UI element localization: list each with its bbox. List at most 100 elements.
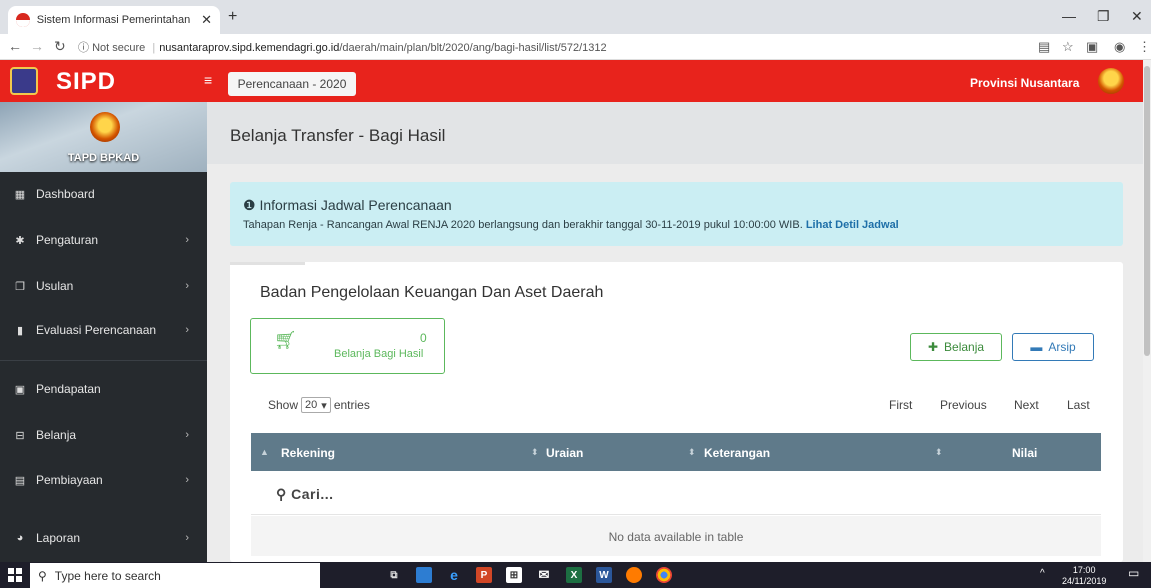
translate-icon[interactable]: ▤: [1038, 39, 1050, 55]
sidebar-item-label: Dashboard: [36, 187, 95, 201]
window-close-icon[interactable]: ✕: [1131, 8, 1143, 25]
chevron-right-icon: ›: [185, 429, 189, 441]
page-size-value: 20: [305, 399, 318, 411]
comments-icon: ❐: [15, 280, 25, 293]
stat-label: Belanja Bagi Hasil: [334, 348, 424, 360]
browser-tab[interactable]: Sistem Informasi Pemerintahan D ✕: [8, 6, 220, 34]
sidebar-item-dashboard[interactable]: ▦ Dashboard: [0, 184, 207, 204]
mail-icon[interactable]: ✉: [536, 567, 552, 583]
card-tab-indicator: [230, 262, 305, 265]
windows-start-icon[interactable]: [8, 568, 22, 582]
tab-close-icon[interactable]: ✕: [201, 12, 212, 28]
sidebar-item-laporan[interactable]: ◕ Laporan ›: [0, 528, 207, 548]
sidebar-item-pembiayaan[interactable]: ▤ Pembiayaan ›: [0, 470, 207, 490]
sidebar-item-label: Laporan: [36, 531, 81, 545]
table-header: [251, 433, 1101, 471]
sidebar-item-label: Usulan: [36, 279, 74, 293]
info-message: Tahapan Renja - Rancangan Awal RENJA 202…: [243, 219, 803, 231]
schedule-detail-link[interactable]: Lihat Detil Jadwal: [806, 219, 899, 231]
menu-toggle-icon[interactable]: ≡: [204, 72, 212, 88]
powerpoint-icon[interactable]: P: [476, 567, 492, 583]
url-field[interactable]: ⓘ Not secure | nusantaraprov.sipd.kemenda…: [78, 39, 607, 55]
add-belanja-button[interactable]: ✚ Belanja: [910, 333, 1002, 361]
show-label: Show: [268, 398, 299, 412]
search-icon: ⚲: [38, 568, 47, 583]
notification-icon[interactable]: ▭: [1128, 566, 1139, 580]
chrome-menu-icon[interactable]: ⋮: [1138, 39, 1151, 55]
archive-icon: ▬: [1030, 340, 1043, 354]
sidebar-item-label: Pembiayaan: [36, 473, 103, 487]
clock-time: 17:00: [1072, 565, 1096, 575]
pagination-first[interactable]: First: [889, 398, 912, 412]
sidebar-item-pendapatan[interactable]: ▣ Pendapatan: [0, 379, 207, 399]
sidebar-item-label: Evaluasi Perencanaan: [36, 323, 157, 337]
add-belanja-label: Belanja: [944, 340, 985, 354]
extension-icon[interactable]: ▣: [1086, 39, 1098, 55]
brand-title[interactable]: SIPD: [56, 68, 116, 96]
page-size-control: Show 20 ▾ entries: [268, 397, 370, 413]
sort-icon: ⬍: [688, 447, 696, 457]
info-text: Tahapan Renja - Rancangan Awal RENJA 202…: [243, 219, 899, 231]
card-title: Badan Pengelolaan Keuangan Dan Aset Daer…: [260, 284, 604, 301]
table-search-input[interactable]: ⚲ Cari...: [276, 486, 334, 503]
page-size-select[interactable]: 20 ▾: [301, 397, 331, 413]
info-icon: ⓘ: [78, 42, 89, 54]
security-label: Not secure: [92, 42, 146, 54]
column-uraian[interactable]: Uraian: [546, 446, 583, 460]
edge-icon[interactable]: e: [446, 567, 462, 583]
tray-chevron-icon[interactable]: ^: [1040, 568, 1045, 579]
column-keterangan[interactable]: Keterangan: [704, 446, 770, 460]
chrome-icon[interactable]: [656, 567, 672, 583]
taskbar-clock[interactable]: 17:00 24/11/2019: [1062, 565, 1106, 587]
province-avatar[interactable]: [1098, 68, 1124, 94]
sipd-logo: [10, 67, 38, 95]
pagination-next[interactable]: Next: [1014, 398, 1039, 412]
excel-icon[interactable]: X: [566, 567, 582, 583]
sidebar-item-evaluasi[interactable]: ▮ Evaluasi Perencanaan ›: [0, 320, 207, 340]
task-view-icon[interactable]: ⧉: [386, 567, 402, 583]
table-search-row: [251, 471, 1101, 515]
column-rekening[interactable]: Rekening: [281, 446, 335, 460]
pagination-previous[interactable]: Previous: [940, 398, 987, 412]
sidebar-item-belanja[interactable]: ⊟ Belanja ›: [0, 425, 207, 445]
sort-asc-icon: ▲: [260, 447, 269, 457]
province-name[interactable]: Provinsi Nusantara: [970, 76, 1079, 90]
archive-button[interactable]: ▬ Arsip: [1012, 333, 1094, 361]
new-tab-button[interactable]: +: [228, 8, 237, 26]
file-explorer-icon[interactable]: [416, 567, 432, 583]
user-avatar: [90, 112, 120, 142]
pagination-last[interactable]: Last: [1067, 398, 1090, 412]
sidebar-item-usulan[interactable]: ❐ Usulan ›: [0, 276, 207, 296]
store-icon[interactable]: ⊞: [506, 567, 522, 583]
search-placeholder: Cari...: [291, 486, 334, 502]
forward-icon[interactable]: →: [30, 38, 44, 54]
taskbar-search[interactable]: ⚲ Type here to search: [30, 563, 320, 588]
firefox-icon[interactable]: [626, 567, 642, 583]
chevron-right-icon: ›: [185, 474, 189, 486]
back-icon[interactable]: ←: [8, 38, 22, 54]
archive-label: Arsip: [1048, 340, 1076, 354]
chevron-right-icon: ›: [185, 280, 189, 292]
taskbar-search-placeholder: Type here to search: [54, 568, 161, 583]
pie-chart-icon: ◕: [16, 532, 24, 544]
bookmark-star-icon[interactable]: ☆: [1062, 39, 1074, 55]
restore-icon[interactable]: ❐: [1097, 8, 1110, 25]
profile-icon[interactable]: ◉: [1114, 39, 1125, 55]
calculator-icon: ▤: [14, 474, 26, 487]
url-path: /daerah/main/plan/blt/2020/ang/bagi-hasi…: [339, 42, 607, 54]
user-name: TAPD BPKAD: [67, 152, 140, 164]
reload-icon[interactable]: ↻: [54, 38, 66, 55]
info-alert: [230, 182, 1123, 246]
sidebar-item-pengaturan[interactable]: ✱ Pengaturan ›: [0, 230, 207, 250]
word-icon[interactable]: W: [596, 567, 612, 583]
scrollbar-thumb[interactable]: [1144, 66, 1150, 356]
column-nilai[interactable]: Nilai: [1012, 446, 1037, 460]
money-icon: ▣: [14, 383, 26, 396]
plan-selector[interactable]: Perencanaan - 2020: [228, 72, 356, 96]
exclamation-circle-icon: ❶: [243, 197, 256, 213]
minimize-icon[interactable]: —: [1062, 8, 1076, 24]
sidebar-item-label: Pengaturan: [36, 233, 99, 247]
chevron-right-icon: ›: [185, 234, 189, 246]
chevron-right-icon: ›: [185, 532, 189, 544]
sort-icon: ⬍: [935, 447, 943, 457]
